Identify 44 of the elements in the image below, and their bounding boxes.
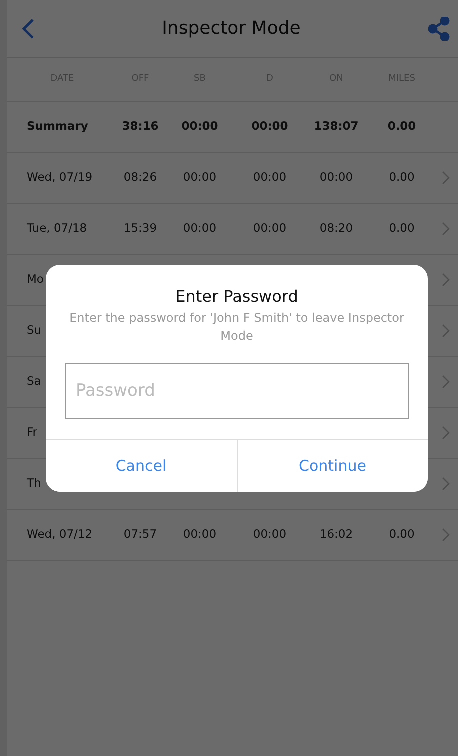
- chevron-right-icon[interactable]: [442, 528, 450, 542]
- table-cell-text: 00:00: [182, 118, 218, 136]
- continue-button[interactable]: Continue: [236, 440, 428, 492]
- chevron-right-icon[interactable]: [442, 222, 450, 236]
- table-cell-text: 38:16: [122, 118, 159, 136]
- table-cell-text: 0.00: [389, 526, 415, 544]
- table-cell-text: 00:00: [183, 526, 217, 544]
- chevron-right-icon[interactable]: [442, 324, 450, 338]
- date-cell-text: Fr: [26, 424, 38, 442]
- table-cell-text: 08:20: [320, 220, 354, 238]
- screen-title: Inspector Mode: [162, 18, 301, 40]
- table-cell-text: 15:39: [124, 220, 158, 238]
- chevron-left-icon: [21, 18, 35, 40]
- table-cell-text: 138:07: [314, 118, 359, 136]
- date-cell-text: Wed, 07/12: [26, 526, 93, 544]
- share-icon: [428, 16, 450, 40]
- table-cell-text: 00:00: [320, 169, 354, 186]
- table-cell-text: 00:00: [183, 220, 217, 238]
- table-cell-text: 0.00: [388, 118, 416, 136]
- chevron-right-icon[interactable]: [442, 171, 450, 186]
- table-cell-text: 00:00: [253, 526, 287, 544]
- table-cell-text: 08:26: [124, 169, 158, 186]
- date-cell-text: Summary: [26, 118, 88, 136]
- chevron-right-icon[interactable]: [442, 375, 450, 390]
- table-cell-text: 00:00: [252, 118, 288, 136]
- dialog-message: Enter the password for 'John F Smith' to leave Inspector Mode: [68, 310, 406, 345]
- chevron-right-icon[interactable]: [442, 426, 450, 440]
- date-cell-text: Mo: [26, 271, 44, 288]
- table-cell-text: 0.00: [389, 220, 415, 238]
- date-cell-text: Th: [26, 475, 42, 492]
- chevron-right-icon[interactable]: [442, 477, 450, 492]
- table-cell-text: 00:00: [253, 169, 287, 186]
- date-cell-text: Wed, 07/19: [26, 169, 93, 186]
- chevron-right-icon[interactable]: [442, 273, 450, 288]
- table-cell-text: 07:57: [124, 526, 158, 544]
- password-field[interactable]: Password: [65, 362, 409, 419]
- date-cell-text: Sa: [26, 373, 42, 390]
- table-cell-text: 00:00: [253, 220, 287, 238]
- date-cell-text: Tue, 07/18: [26, 220, 88, 238]
- table-cell-text: 16:02: [320, 526, 354, 544]
- table-cell-text: 0.00: [389, 169, 415, 186]
- table-cell-text: 00:00: [183, 169, 217, 186]
- dialog-title: Enter Password: [174, 287, 300, 306]
- date-cell-text: Su: [26, 322, 42, 340]
